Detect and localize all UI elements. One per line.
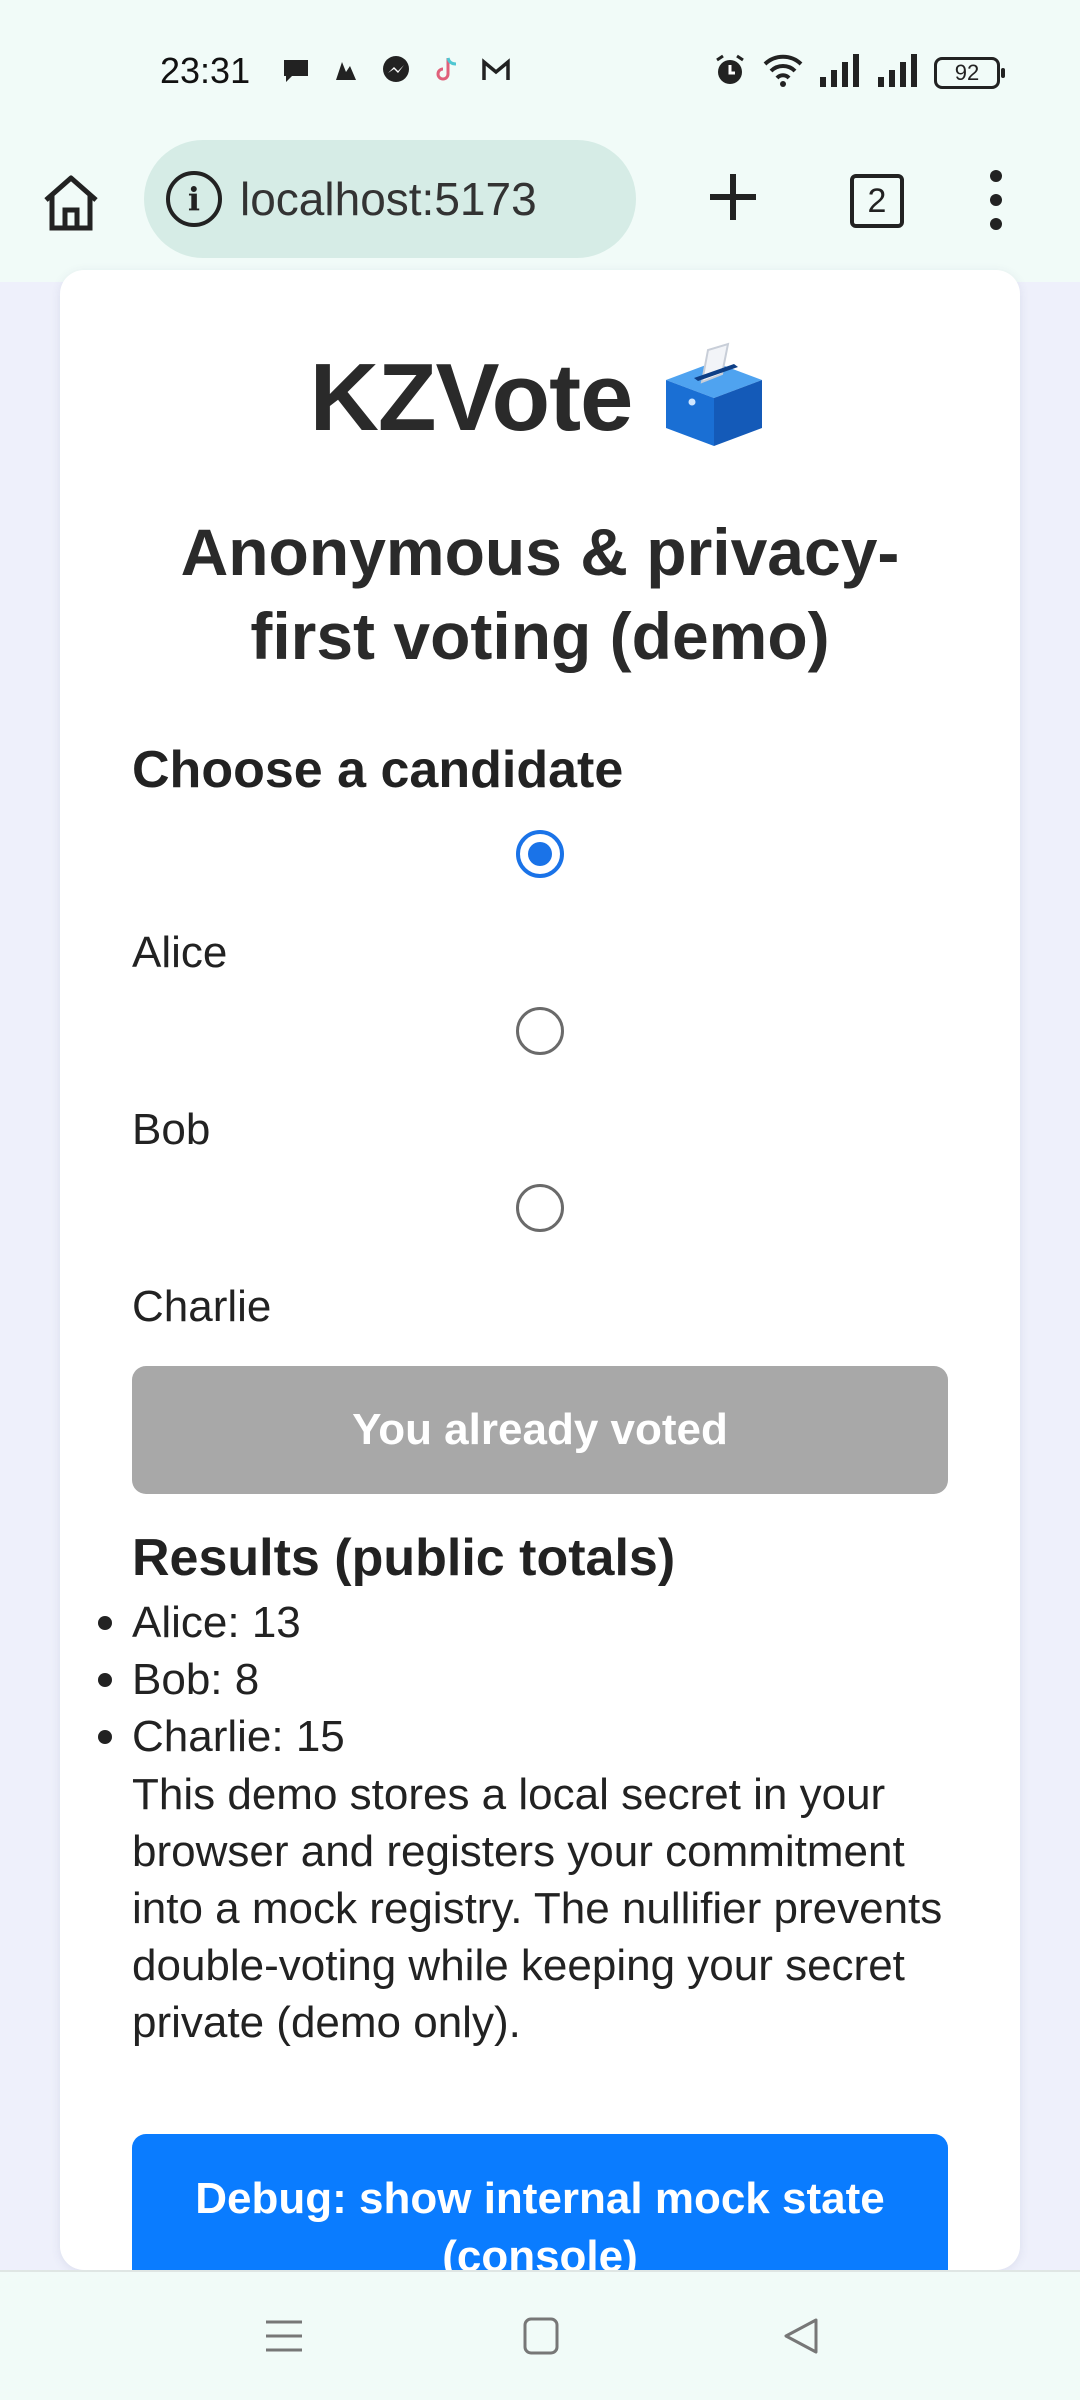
url-text[interactable]: localhost:5173 <box>240 172 537 226</box>
tiktok-icon <box>430 54 462 86</box>
back-nav-icon[interactable] <box>782 2316 820 2356</box>
info-icon[interactable]: i <box>166 171 222 227</box>
status-bar: 23:31 92 <box>0 0 1080 140</box>
list-item: Alice: 13 <box>98 1594 345 1651</box>
list-item: Bob: 8 <box>98 1651 345 1708</box>
signal-icon-2 <box>876 53 920 92</box>
radio-bob[interactable] <box>516 1007 564 1055</box>
chat-bubble-icon <box>280 54 312 86</box>
wifi-icon <box>762 52 804 93</box>
more-menu-icon[interactable] <box>978 170 1014 230</box>
status-time: 23:31 <box>160 50 251 91</box>
address-bar[interactable]: i localhost:5173 <box>144 140 636 258</box>
recent-apps-icon[interactable] <box>264 2316 304 2356</box>
list-item: Charlie: 15 <box>98 1708 345 1765</box>
browser-toolbar: i localhost:5173 2 <box>0 140 1080 282</box>
page-title: KZVote <box>60 340 1020 453</box>
home-nav-icon[interactable] <box>522 2316 560 2356</box>
status-right: 92 <box>712 52 1005 93</box>
radio-charlie[interactable] <box>516 1184 564 1232</box>
system-nav-bar <box>0 2270 1080 2400</box>
title-text: KZVote <box>309 344 634 451</box>
candidate-label-bob[interactable]: Bob <box>132 1105 210 1155</box>
notification-icons <box>280 54 512 86</box>
vote-button-disabled[interactable]: You already voted <box>132 1366 948 1494</box>
new-tab-button[interactable] <box>700 164 766 230</box>
radio-alice[interactable] <box>516 830 564 878</box>
page-subtitle: Anonymous & privacy-first voting (demo) <box>180 515 900 673</box>
candidate-label-alice[interactable]: Alice <box>132 928 227 978</box>
candidate-label-charlie[interactable]: Charlie <box>132 1282 271 1332</box>
battery-indicator: 92 <box>934 56 1005 89</box>
tab-switcher-button[interactable]: 2 <box>850 174 904 228</box>
app-icon <box>330 54 362 86</box>
gmail-icon <box>480 54 512 86</box>
ballot-box-icon <box>658 340 770 452</box>
signal-icon-1 <box>818 53 862 92</box>
vote-card: KZVote Anonymous & privacy-first voting … <box>60 270 1020 2270</box>
alarm-icon <box>712 52 748 93</box>
debug-button[interactable]: Debug: show internal mock state (console… <box>132 2134 948 2270</box>
results-heading: Results (public totals) <box>132 1529 676 1587</box>
choose-heading: Choose a candidate <box>132 741 624 799</box>
results-list: Alice: 13 Bob: 8 Charlie: 15 <box>98 1594 345 1765</box>
demo-note: This demo stores a local secret in your … <box>132 1770 943 2047</box>
home-icon[interactable] <box>38 170 104 236</box>
messenger-icon <box>380 54 412 86</box>
